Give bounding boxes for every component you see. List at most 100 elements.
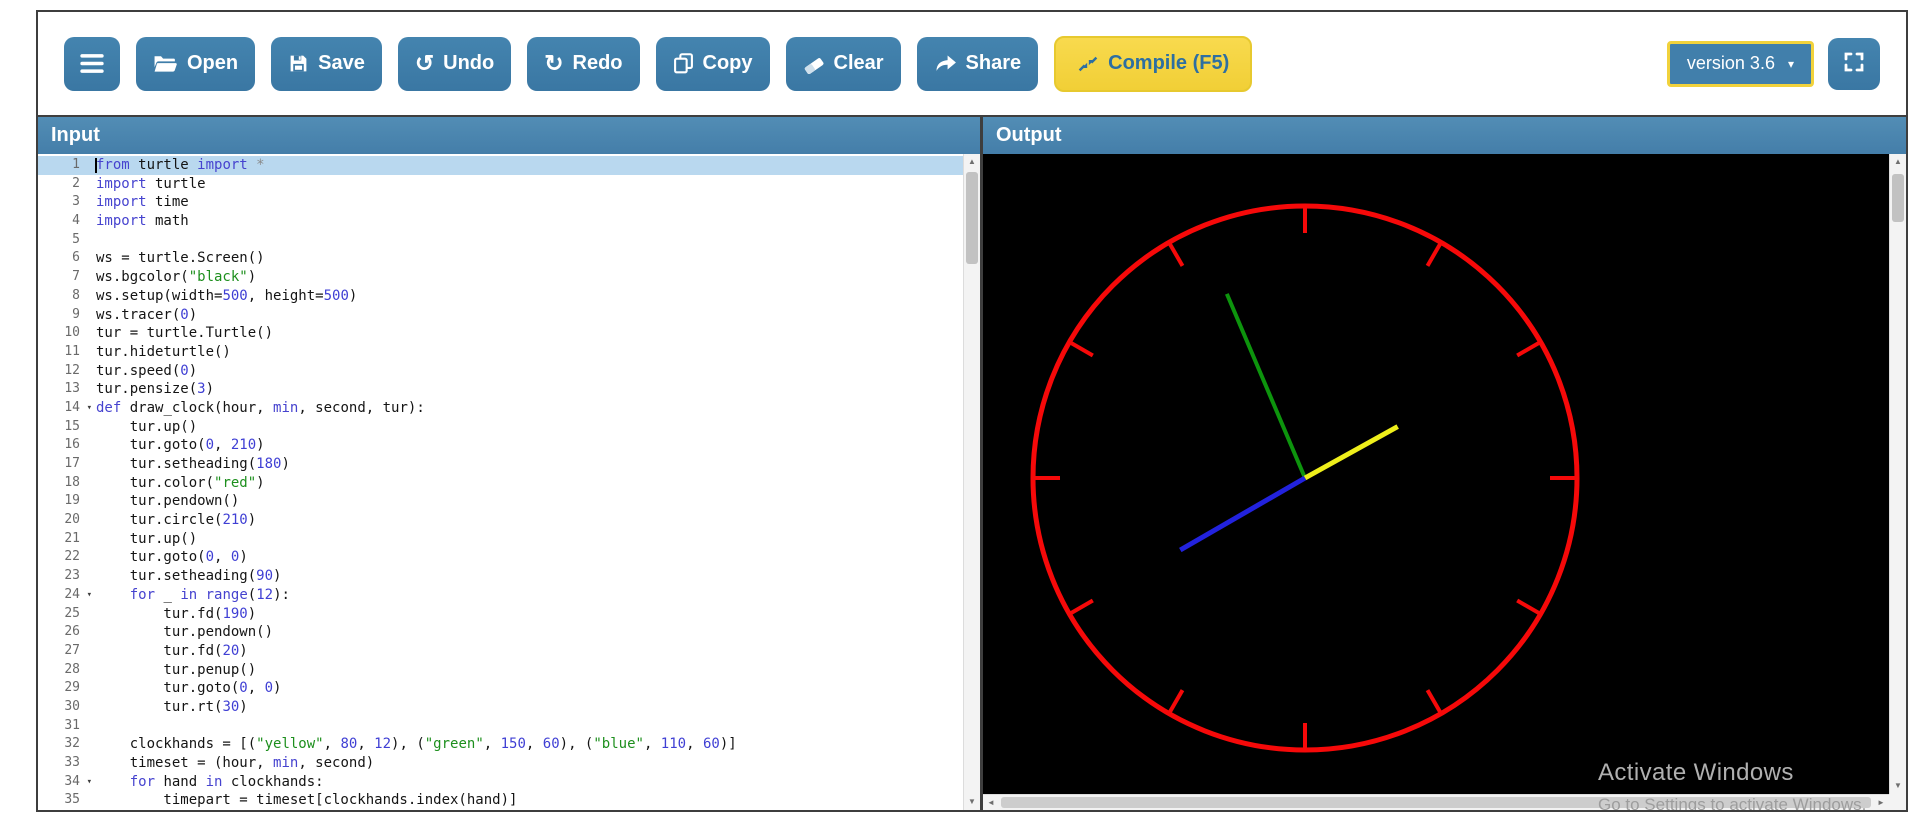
code-line[interactable]: 26 tur.pendown(): [38, 623, 963, 642]
line-number[interactable]: 15: [38, 418, 96, 437]
line-number[interactable]: 17: [38, 455, 96, 474]
line-number[interactable]: 30: [38, 698, 96, 717]
undo-button[interactable]: ↺ Undo: [397, 36, 512, 91]
line-number[interactable]: 32: [38, 735, 96, 754]
output-vscrollbar-thumb[interactable]: [1892, 174, 1904, 222]
open-button[interactable]: Open: [136, 36, 256, 91]
code-line[interactable]: 7 ws.bgcolor("black"): [38, 268, 963, 287]
line-number[interactable]: 12: [38, 362, 96, 381]
code-line[interactable]: 12 tur.speed(0): [38, 362, 963, 381]
output-horizontal-scrollbar[interactable]: ◄ ►: [983, 794, 1889, 810]
scroll-down-icon[interactable]: ▼: [964, 794, 980, 810]
code-line[interactable]: 27 tur.fd(20): [38, 642, 963, 661]
code-line[interactable]: 18 tur.color("red"): [38, 474, 963, 493]
line-number[interactable]: 1: [38, 156, 96, 175]
scroll-up-icon[interactable]: ▲: [1890, 154, 1906, 170]
fullscreen-button[interactable]: [1828, 37, 1880, 90]
output-vertical-scrollbar[interactable]: ▲ ▼: [1889, 154, 1906, 794]
line-number[interactable]: 21: [38, 530, 96, 549]
share-label: Share: [965, 52, 1022, 74]
line-number[interactable]: 4: [38, 212, 96, 231]
line-number[interactable]: 33: [38, 754, 96, 773]
code-line[interactable]: 23 tur.setheading(90): [38, 567, 963, 586]
code-line[interactable]: 32 clockhands = [("yellow", 80, 12), ("g…: [38, 735, 963, 754]
menu-button[interactable]: [64, 36, 120, 91]
code-line[interactable]: 33 timeset = (hour, min, second): [38, 754, 963, 773]
line-number[interactable]: 16: [38, 436, 96, 455]
code-line[interactable]: 5: [38, 231, 963, 250]
line-number[interactable]: 8: [38, 287, 96, 306]
code-line[interactable]: 1 from turtle import *: [38, 156, 963, 175]
line-number[interactable]: 22: [38, 548, 96, 567]
line-number[interactable]: 7: [38, 268, 96, 287]
line-number[interactable]: 19: [38, 492, 96, 511]
share-button[interactable]: Share: [916, 36, 1039, 91]
line-number[interactable]: 31: [38, 717, 96, 736]
line-number[interactable]: 28: [38, 661, 96, 680]
fold-icon[interactable]: ▾: [87, 399, 92, 418]
code-text: ws.setup(width=500, height=500): [96, 287, 358, 304]
fold-icon[interactable]: ▾: [87, 773, 92, 792]
line-number[interactable]: 11: [38, 343, 96, 362]
clear-button[interactable]: Clear: [785, 36, 901, 91]
code-line[interactable]: 16 tur.goto(0, 210): [38, 436, 963, 455]
compile-button[interactable]: Compile (F5): [1054, 35, 1253, 92]
code-line[interactable]: 25 tur.fd(190): [38, 605, 963, 624]
line-number[interactable]: 35: [38, 791, 96, 810]
editor-vertical-scrollbar[interactable]: ▲ ▼: [963, 154, 980, 810]
code-line[interactable]: 30 tur.rt(30): [38, 698, 963, 717]
line-number[interactable]: 3: [38, 193, 96, 212]
code-line[interactable]: 11 tur.hideturtle(): [38, 343, 963, 362]
code-line[interactable]: 17 tur.setheading(180): [38, 455, 963, 474]
input-panel-title: Input: [38, 117, 980, 154]
code-line[interactable]: 35 timepart = timeset[clockhands.index(h…: [38, 791, 963, 810]
code-line[interactable]: 9 ws.tracer(0): [38, 306, 963, 325]
code-line[interactable]: 29 tur.goto(0, 0): [38, 679, 963, 698]
code-line[interactable]: 28 tur.penup(): [38, 661, 963, 680]
line-number[interactable]: 25: [38, 605, 96, 624]
code-line[interactable]: 14 ▾ def draw_clock(hour, min, second, tur…: [38, 399, 963, 418]
code-line[interactable]: 10 tur = turtle.Turtle(): [38, 324, 963, 343]
line-number[interactable]: 2: [38, 175, 96, 194]
code-line[interactable]: 6 ws = turtle.Screen(): [38, 249, 963, 268]
line-number[interactable]: 10: [38, 324, 96, 343]
code-editor[interactable]: 1 from turtle import * 2 import turtle 3 impo…: [38, 154, 980, 810]
code-line[interactable]: 13 tur.pensize(3): [38, 380, 963, 399]
line-number[interactable]: 24 ▾: [38, 586, 96, 605]
copy-button[interactable]: Copy: [655, 36, 770, 91]
line-number[interactable]: 27: [38, 642, 96, 661]
code-line[interactable]: 20 tur.circle(210): [38, 511, 963, 530]
code-line[interactable]: 19 tur.pendown(): [38, 492, 963, 511]
fold-icon[interactable]: ▾: [87, 586, 92, 605]
line-number[interactable]: 6: [38, 249, 96, 268]
line-number[interactable]: 34 ▾: [38, 773, 96, 792]
line-number[interactable]: 18: [38, 474, 96, 493]
code-line[interactable]: 34 ▾ for hand in clockhands:: [38, 773, 963, 792]
version-select[interactable]: version 3.6 ▾: [1666, 40, 1814, 87]
code-line[interactable]: 8 ws.setup(width=500, height=500): [38, 287, 963, 306]
code-line[interactable]: 4 import math: [38, 212, 963, 231]
code-line[interactable]: 15 tur.up(): [38, 418, 963, 437]
code-line[interactable]: 21 tur.up(): [38, 530, 963, 549]
code-line[interactable]: 2 import turtle: [38, 175, 963, 194]
line-number[interactable]: 5: [38, 231, 96, 250]
line-number[interactable]: 14 ▾: [38, 399, 96, 418]
line-number[interactable]: 13: [38, 380, 96, 399]
scroll-down-icon[interactable]: ▼: [1890, 778, 1906, 794]
line-number[interactable]: 9: [38, 306, 96, 325]
scroll-right-icon[interactable]: ►: [1873, 795, 1889, 810]
code-line[interactable]: 3 import time: [38, 193, 963, 212]
code-line[interactable]: 22 tur.goto(0, 0): [38, 548, 963, 567]
save-button[interactable]: Save: [271, 36, 382, 91]
editor-scrollbar-thumb[interactable]: [966, 172, 978, 264]
line-number[interactable]: 26: [38, 623, 96, 642]
code-line[interactable]: 31: [38, 717, 963, 736]
output-hscrollbar-thumb[interactable]: [1001, 797, 1871, 808]
line-number[interactable]: 23: [38, 567, 96, 586]
redo-button[interactable]: ↻ Redo: [527, 36, 640, 91]
line-number[interactable]: 20: [38, 511, 96, 530]
code-line[interactable]: 24 ▾ for _ in range(12):: [38, 586, 963, 605]
line-number[interactable]: 29: [38, 679, 96, 698]
scroll-left-icon[interactable]: ◄: [983, 795, 999, 810]
scroll-up-icon[interactable]: ▲: [964, 154, 980, 170]
